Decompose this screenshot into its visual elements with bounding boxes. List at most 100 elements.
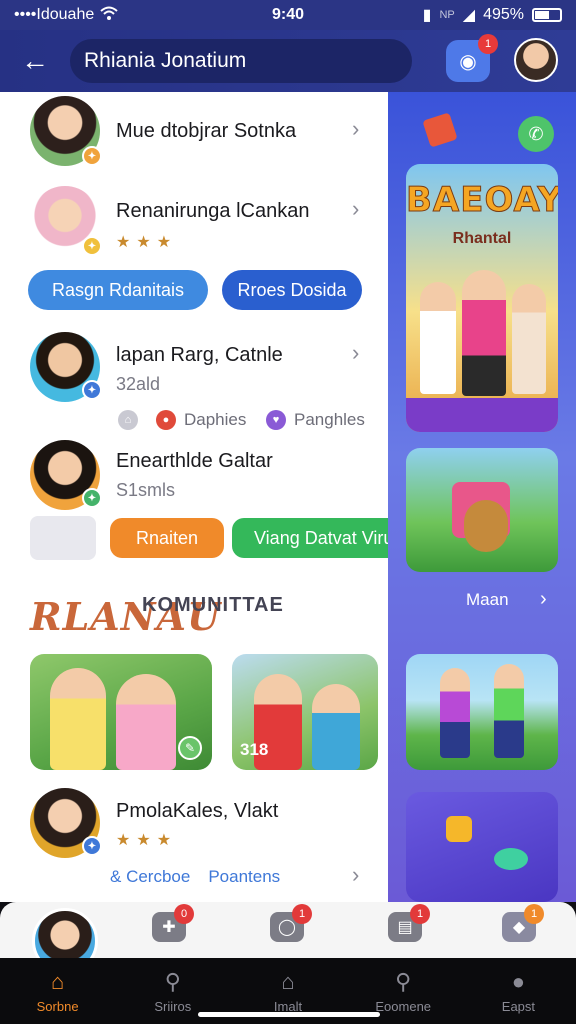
- child-figure: [312, 684, 360, 770]
- gift-icon: [422, 112, 458, 148]
- puzzle-icon[interactable]: ✚ 0: [152, 904, 194, 942]
- child-figure: [512, 284, 546, 394]
- rail-label: Maan: [466, 590, 509, 609]
- action-pill-1[interactable]: Rasgn Rdanitais: [28, 270, 208, 310]
- meta-item-2[interactable]: ♥ Panghles: [266, 410, 365, 430]
- child-figure: [116, 674, 176, 770]
- status-badge: ✦: [82, 836, 102, 856]
- pin-icon: ●: [156, 410, 176, 430]
- chevron-right-icon: ›: [352, 116, 360, 141]
- game-card-3[interactable]: [406, 792, 558, 902]
- tab-label: Sriiros: [154, 998, 192, 1014]
- contact-list: ✦ Mue dtobjrar Sotnka › ✦ Renanirunga lC…: [0, 92, 388, 902]
- meta-label: Panghles: [294, 410, 365, 429]
- photo-count: 318: [240, 740, 269, 759]
- photo-card-1[interactable]: ✎: [30, 654, 212, 770]
- action-pill-3[interactable]: Rnaiten: [110, 518, 224, 558]
- child-figure: [440, 668, 470, 758]
- search-icon: ⚲: [395, 968, 412, 994]
- link-icon: &: [110, 867, 122, 886]
- stage: [406, 398, 558, 432]
- sim-icon: ▮: [422, 7, 432, 24]
- child-figure: [462, 270, 506, 396]
- person-icon: ●: [511, 968, 526, 994]
- contact-name: lapan Rarg, Catnle: [116, 344, 283, 366]
- promo-banner[interactable]: BAEOAY Rhantal: [406, 164, 558, 432]
- lock-item[interactable]: ⌂: [118, 410, 138, 430]
- edit-icon[interactable]: ✎: [178, 736, 202, 760]
- network-label: NP: [439, 9, 455, 21]
- phone-icon: ✆: [518, 116, 554, 152]
- child-figure: [420, 282, 456, 394]
- battery-percent: 495%: [483, 6, 524, 23]
- contact-name: Mue dtobjrar Sotnka: [116, 120, 297, 142]
- contact-action-1[interactable]: & Cercboe: [110, 867, 190, 887]
- contact-action-label: Cercboe: [126, 867, 191, 886]
- rating-stars: ★★★: [116, 234, 178, 251]
- child-figure: [50, 668, 106, 770]
- contact-row-1[interactable]: ✦ Mue dtobjrar Sotnka ›: [0, 92, 388, 172]
- tab-profile[interactable]: ● Eapst: [461, 958, 576, 1024]
- home-icon: ⌂: [50, 968, 65, 994]
- home-indicator[interactable]: [198, 1012, 380, 1017]
- notification-badge: 0: [174, 904, 194, 924]
- status-badge: ✦: [82, 380, 102, 400]
- contact-name: Enearthlde Galtar: [116, 450, 273, 472]
- shirt-thumbnail: [30, 516, 96, 560]
- signal-icon: ◢: [462, 7, 476, 24]
- camera-button[interactable]: ◉ 1: [446, 34, 498, 82]
- profile-avatar[interactable]: [514, 38, 558, 82]
- chat-title: Rhiania Jonatium: [84, 49, 247, 72]
- banner-title: BAEOAY: [406, 180, 558, 221]
- status-bar: ••••Idouahe 9:40 ▮ NP ◢ 495%: [0, 0, 576, 30]
- banner-subtitle: Rhantal: [452, 230, 512, 247]
- chat-icon[interactable]: ◯ 1: [270, 904, 312, 942]
- contact-subtitle: 32ald: [116, 374, 161, 394]
- action-pill-2[interactable]: Rroes Dosida: [222, 270, 362, 310]
- game-card-1[interactable]: [406, 448, 558, 572]
- contact-name: Renanirunga lCankan: [116, 200, 310, 222]
- toy-icon: [494, 848, 528, 870]
- lock-icon: ⌂: [118, 410, 138, 430]
- tag-icon[interactable]: ◆ 1: [502, 904, 544, 942]
- child-figure: [494, 664, 524, 758]
- tab-home[interactable]: ⌂ Sorbne: [0, 958, 115, 1024]
- document-icon[interactable]: ▤ 1: [388, 904, 430, 942]
- chevron-right-icon: ›: [352, 340, 360, 365]
- tab-label: Eapst: [501, 998, 536, 1014]
- chevron-right-icon[interactable]: ›: [540, 588, 547, 611]
- notification-badge: 1: [410, 904, 430, 924]
- status-badge: ✦: [82, 146, 102, 166]
- contact-actions: & Cercboe Poantens: [110, 867, 280, 887]
- photo-card-2[interactable]: 318: [232, 654, 378, 770]
- house-icon: ⌂: [281, 968, 295, 994]
- app-bar: ← Rhiania Jonatium ◉ 1: [0, 30, 576, 92]
- chevron-right-icon: ›: [352, 196, 360, 221]
- back-button[interactable]: ←: [0, 30, 70, 92]
- status-badge: ✦: [82, 236, 102, 256]
- heart-icon: ♥: [266, 410, 286, 430]
- monkey-icon: [464, 500, 508, 552]
- promo-rail: ✆ BAEOAY Rhantal Maan ›: [388, 92, 576, 902]
- contact-name: PmolaKales, Vlakt: [116, 800, 279, 822]
- camera-badge: 1: [478, 34, 498, 54]
- arrow-left-icon: ←: [21, 45, 49, 76]
- search-icon: ⚲: [164, 968, 181, 994]
- section-title: KOMUNITTAE: [142, 594, 284, 616]
- notification-badge: 1: [524, 904, 544, 924]
- status-badge: ✦: [82, 488, 102, 508]
- meta-label: Daphies: [184, 410, 247, 429]
- meta-item-1[interactable]: ● Daphies: [156, 410, 246, 430]
- chevron-right-icon: ›: [352, 862, 360, 887]
- camera-icon: ◉: [459, 50, 477, 73]
- search-input[interactable]: Rhiania Jonatium: [70, 39, 412, 83]
- tab-label: Sorbne: [36, 998, 79, 1014]
- tab-label: Eoomene: [375, 998, 432, 1014]
- contact-action-2[interactable]: Poantens: [208, 867, 280, 887]
- rating-stars: ★★★: [116, 832, 178, 849]
- action-pill-4[interactable]: Viang Datvat Viru: [232, 518, 388, 558]
- game-card-2[interactable]: [406, 654, 558, 770]
- quick-dock: ✚ 0 ◯ 1 ▤ 1 ◆ 1: [0, 902, 576, 974]
- contact-subtitle: S1smls: [116, 480, 176, 500]
- contact-row-2[interactable]: ✦ Renanirunga lCankan ★★★ ›: [0, 180, 388, 270]
